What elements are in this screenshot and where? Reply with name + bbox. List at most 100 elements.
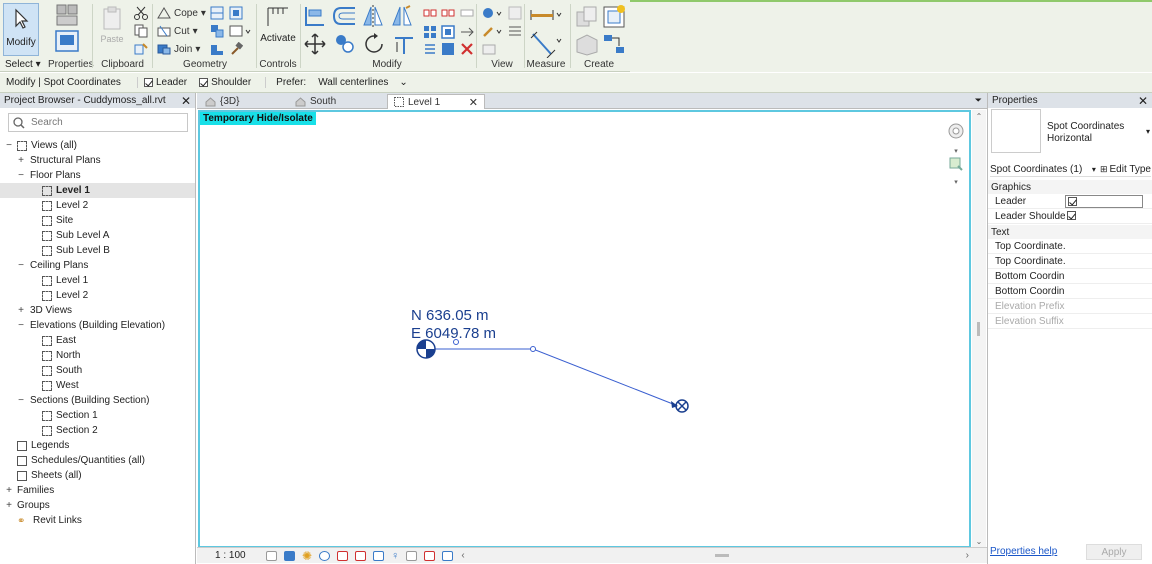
- close-icon[interactable]: ✕: [181, 94, 191, 108]
- prop-top-coordinate-1-value[interactable]: [1065, 240, 1143, 253]
- category-graphics[interactable]: Graphics: [988, 180, 1152, 194]
- properties-button[interactable]: [50, 3, 84, 56]
- expand-icon[interactable]: +: [17, 155, 25, 166]
- tree-item[interactable]: +3D Views: [0, 303, 195, 318]
- steering-wheel-icon[interactable]: [947, 122, 965, 144]
- tree-item[interactable]: Level 2: [0, 288, 195, 303]
- properties-help-link[interactable]: Properties help: [990, 546, 1057, 557]
- sun-path-icon[interactable]: ✺: [302, 549, 312, 563]
- unpin-icon[interactable]: [460, 25, 474, 39]
- match-properties-icon[interactable]: [134, 42, 148, 56]
- trim-single-icon[interactable]: [441, 42, 455, 56]
- tree-item[interactable]: East: [0, 333, 195, 348]
- demolish-icon[interactable]: [229, 24, 251, 38]
- scroll-left-icon[interactable]: ‹: [461, 550, 464, 561]
- scroll-down-icon[interactable]: ⌄: [972, 537, 986, 546]
- collapse-icon[interactable]: −: [5, 140, 13, 151]
- tree-item[interactable]: Schedules/Quantities (all): [0, 453, 195, 468]
- tree-item[interactable]: South: [0, 363, 195, 378]
- shoulder-checkbox[interactable]: Shoulder: [193, 77, 267, 88]
- vertical-scrollbar[interactable]: ⌃ ⌄: [972, 110, 986, 548]
- apply-button[interactable]: Apply: [1086, 544, 1142, 560]
- split-gap-icon[interactable]: [441, 7, 455, 19]
- tree-item[interactable]: Site: [0, 213, 195, 228]
- prop-bottom-coordinate-1-value[interactable]: [1065, 270, 1143, 283]
- hammer-icon[interactable]: [229, 42, 243, 56]
- tab-south[interactable]: South: [289, 94, 342, 109]
- reveal-hidden-icon[interactable]: [406, 550, 418, 561]
- shadows-icon[interactable]: [319, 550, 331, 561]
- tree-item[interactable]: West: [0, 378, 195, 393]
- temporary-hide-icon[interactable]: ♀: [391, 550, 399, 562]
- analytical-model-icon[interactable]: [442, 550, 454, 561]
- trim-extend-icon[interactable]: [392, 32, 416, 56]
- measure-between-refs-icon[interactable]: [529, 4, 563, 26]
- prop-leader[interactable]: Leader: [988, 194, 1152, 209]
- mirror-draw-axis-icon[interactable]: [390, 4, 414, 28]
- search-input[interactable]: Search: [8, 113, 188, 132]
- array-icon[interactable]: [423, 25, 437, 39]
- tree-item[interactable]: North: [0, 348, 195, 363]
- aligned-dimension-icon[interactable]: [529, 30, 563, 58]
- chevron-down-icon[interactable]: ▾: [1146, 109, 1150, 153]
- spot-coordinate-leader[interactable]: [200, 112, 973, 550]
- tree-item[interactable]: Level 2: [0, 198, 195, 213]
- copy-elements-icon[interactable]: [333, 32, 357, 56]
- create-group-icon[interactable]: [601, 4, 627, 28]
- hide-in-view-icon[interactable]: [482, 6, 504, 20]
- instance-filter[interactable]: Spot Coordinates (1) ▾ ⊞ Edit Type: [990, 162, 1151, 177]
- chevron-down-icon[interactable]: ▾: [1092, 165, 1096, 174]
- chevron-down-icon[interactable]: ▾: [947, 147, 965, 155]
- split-element-icon[interactable]: [423, 7, 437, 19]
- close-tab-icon[interactable]: ✕: [469, 96, 478, 109]
- collapse-icon[interactable]: −: [17, 395, 25, 406]
- join-roof-icon[interactable]: [210, 42, 224, 56]
- cut-geometry-button[interactable]: Cut ▾: [157, 25, 198, 37]
- expand-icon[interactable]: +: [17, 305, 25, 316]
- close-icon[interactable]: ✕: [1138, 94, 1148, 108]
- tree-item[interactable]: Level 1: [0, 183, 195, 198]
- wall-joins-icon[interactable]: [229, 6, 243, 20]
- cope-button[interactable]: Cope ▾: [157, 7, 206, 19]
- create-parts-icon[interactable]: [574, 32, 600, 56]
- tabs-overflow-icon[interactable]: ⏷: [975, 95, 982, 106]
- paste-button[interactable]: Paste: [98, 5, 126, 44]
- linework-icon[interactable]: [482, 42, 496, 56]
- prop-bottom-coordinate-1[interactable]: Bottom Coordin...: [988, 269, 1152, 284]
- zoom-icon[interactable]: [947, 155, 965, 175]
- crop-view-icon[interactable]: [337, 550, 349, 561]
- tree-item[interactable]: Sheets (all): [0, 468, 195, 483]
- align-icon[interactable]: [303, 4, 327, 28]
- view-filter-icon[interactable]: [508, 24, 522, 38]
- detail-level-icon[interactable]: [266, 550, 277, 561]
- mirror-pick-axis-icon[interactable]: [361, 4, 385, 28]
- scale-icon[interactable]: [441, 25, 455, 39]
- scroll-right-icon[interactable]: ›: [966, 550, 969, 561]
- split-face-icon[interactable]: [210, 6, 224, 20]
- tree-item[interactable]: + Groups: [0, 498, 195, 513]
- view-tool-icon[interactable]: [508, 6, 522, 20]
- spot-coordinate-north[interactable]: N 636.05 m: [411, 307, 489, 324]
- select-dropdown[interactable]: Select ▾: [5, 59, 41, 70]
- tree-item[interactable]: − Ceiling Plans: [0, 258, 195, 273]
- prop-leader-value[interactable]: [1065, 194, 1143, 208]
- category-text[interactable]: Text: [988, 225, 1152, 239]
- prop-top-coordinate-2-value[interactable]: [1065, 255, 1143, 268]
- leader-checkbox[interactable]: Leader: [138, 77, 193, 88]
- rotate-icon[interactable]: [362, 32, 386, 56]
- collapse-icon[interactable]: −: [17, 320, 25, 331]
- tree-item[interactable]: Section 2: [0, 423, 195, 438]
- unlocked-3d-icon[interactable]: [373, 550, 385, 561]
- collapse-icon[interactable]: −: [17, 260, 25, 271]
- drawing-canvas[interactable]: Temporary Hide/Isolate N 636.05 m E 6049…: [198, 110, 971, 548]
- tree-item[interactable]: ⚭ Revit Links: [0, 513, 195, 528]
- delete-icon[interactable]: [460, 42, 474, 56]
- cut-scissors-icon[interactable]: [134, 6, 148, 20]
- worksharing-icon[interactable]: [424, 550, 436, 561]
- join-button[interactable]: Join ▾: [157, 43, 200, 55]
- tree-item[interactable]: − Elevations (Building Elevation): [0, 318, 195, 333]
- show-crop-region-icon[interactable]: [355, 550, 367, 561]
- scroll-thumb[interactable]: [977, 322, 980, 336]
- override-graphics-icon[interactable]: [482, 24, 504, 38]
- type-selector[interactable]: Spot Coordinates Horizontal ▾: [991, 109, 1150, 153]
